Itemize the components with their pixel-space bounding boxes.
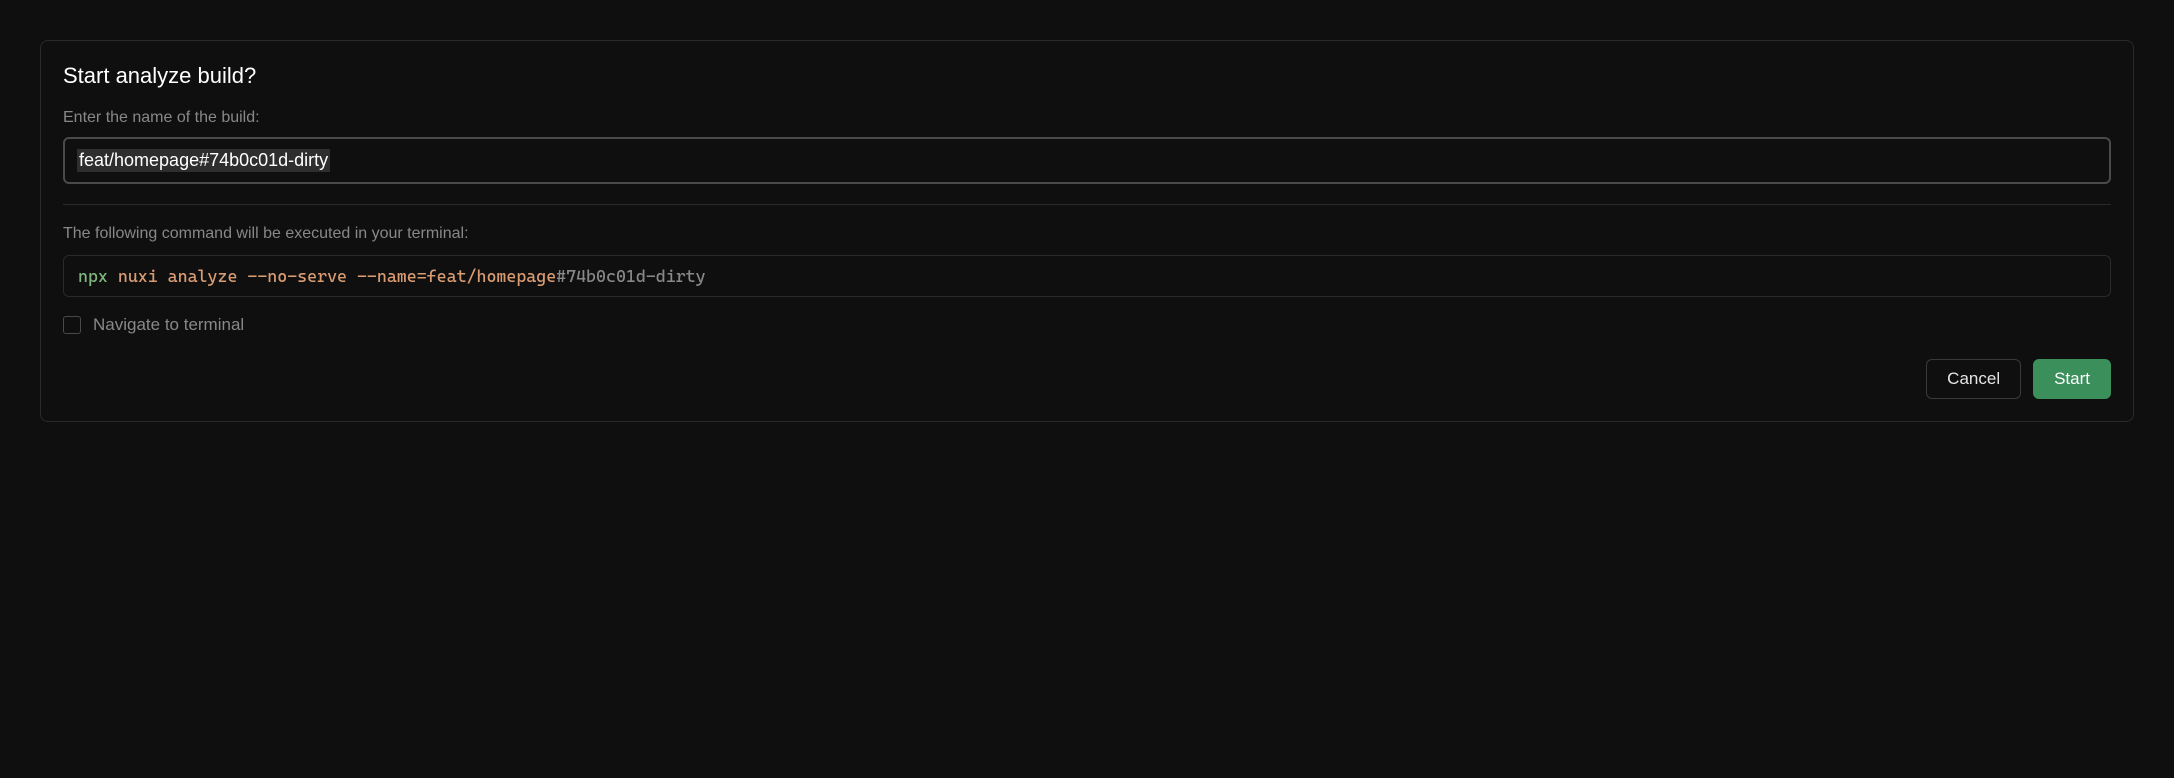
- navigate-checkbox-row[interactable]: Navigate to terminal: [63, 315, 2111, 335]
- command-token: analyze: [168, 266, 238, 286]
- command-token: [347, 266, 357, 286]
- command-token: --no-serve: [247, 266, 347, 286]
- command-token: [158, 266, 168, 286]
- cancel-button[interactable]: Cancel: [1926, 359, 2021, 399]
- build-name-input-value: feat/homepage#74b0c01d-dirty: [77, 149, 330, 172]
- navigate-to-terminal-checkbox[interactable]: [63, 316, 81, 334]
- navigate-to-terminal-label[interactable]: Navigate to terminal: [93, 315, 244, 335]
- command-label: The following command will be executed i…: [63, 225, 2111, 243]
- build-name-input[interactable]: feat/homepage#74b0c01d-dirty: [67, 141, 2107, 180]
- command-token: #74b0c01d-dirty: [556, 266, 705, 286]
- command-preview: npx nuxi analyze --no-serve --name=feat/…: [63, 255, 2111, 297]
- analyze-build-dialog: Start analyze build? Enter the name of t…: [40, 40, 2134, 422]
- command-token: npx: [78, 266, 108, 286]
- command-token: [237, 266, 247, 286]
- command-token: --name=feat/homepage: [357, 266, 556, 286]
- dialog-button-row: Cancel Start: [63, 359, 2111, 399]
- command-token: [108, 266, 118, 286]
- dialog-title: Start analyze build?: [63, 63, 2111, 89]
- build-name-label: Enter the name of the build:: [63, 109, 2111, 127]
- divider: [63, 204, 2111, 205]
- command-token: nuxi: [118, 266, 158, 286]
- build-name-input-wrapper[interactable]: feat/homepage#74b0c01d-dirty: [63, 137, 2111, 184]
- start-button[interactable]: Start: [2033, 359, 2111, 399]
